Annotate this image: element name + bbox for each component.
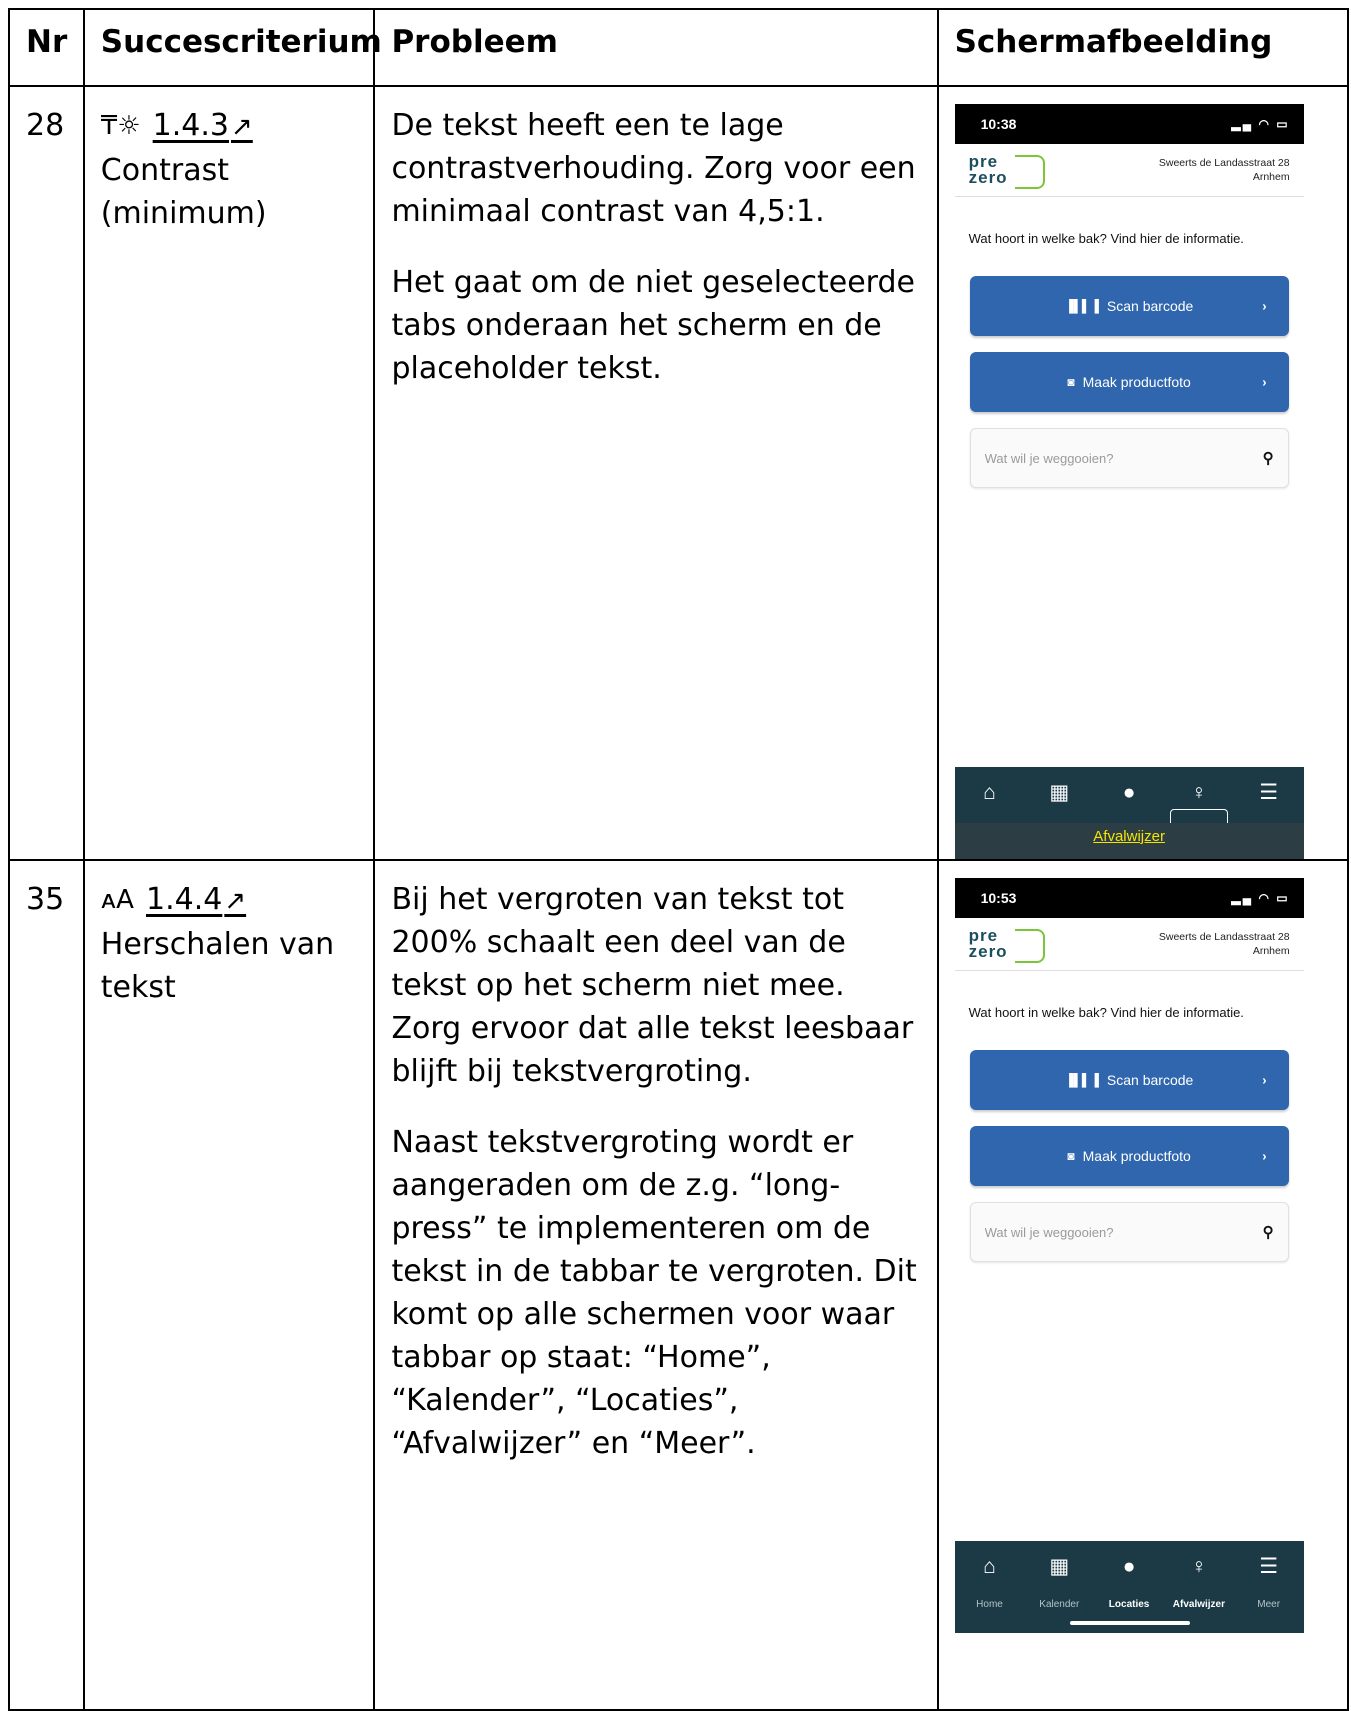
external-link-icon: ↗ xyxy=(224,886,247,916)
app-screenshot: 10:53 ▂▄ ◠ ▭ pre zero Sweerts de Landass… xyxy=(954,878,1304,1633)
problem-text: Het gaat om de niet geselecteerde tabs o… xyxy=(391,265,915,386)
audit-table: Nr Succescriterium Probleem Schermafbeel… xyxy=(8,8,1350,1711)
screenshot-cell: 10:53 ▂▄ ◠ ▭ pre zero Sweerts de Landass… xyxy=(936,859,1350,1711)
tab-meer[interactable]: ☰Meer xyxy=(1238,1555,1300,1633)
tab-bar: ⌂Home ▦Kalender ●Locaties ♀Afvalwijzer ☰… xyxy=(954,1541,1304,1633)
product-photo-button[interactable]: ◙ Maak productfoto › xyxy=(969,352,1289,412)
criterion-number: 1.4.4 xyxy=(145,882,223,917)
calendar-icon: ▦ xyxy=(1049,1555,1070,1578)
criterion-cell: ₸☼ 1.4.3↗ Contrast (minimum) xyxy=(82,85,376,861)
chevron-right-icon: › xyxy=(1262,374,1267,390)
screenshot-cell: 10:38 ▂▄ ◠ ▭ pre zero Sweerts de Landass… xyxy=(936,85,1350,861)
table-row: 35 ᴀA 1.4.4↗ Herschalen van tekst Bij he… xyxy=(8,859,1350,1711)
contrast-icon: ₸☼ xyxy=(100,111,141,141)
chevron-right-icon: › xyxy=(1262,1072,1267,1088)
criterion-name: Herschalen van tekst xyxy=(100,927,335,1005)
address[interactable]: Sweerts de Landasstraat 28 Arnhem xyxy=(1159,156,1290,184)
problem-text: Naast tekstvergroting wordt er aangerade… xyxy=(391,1125,917,1461)
product-photo-button[interactable]: ◙ Maak productfoto › xyxy=(969,1126,1289,1186)
header-problem: Probleem xyxy=(373,8,939,87)
criterion-cell: ᴀA 1.4.4↗ Herschalen van tekst xyxy=(82,859,376,1711)
address[interactable]: Sweerts de Landasstraat 28 Arnhem xyxy=(1159,930,1290,958)
chevron-right-icon: › xyxy=(1262,1148,1267,1164)
barcode-icon: ▐▌▌▐ xyxy=(1064,298,1099,313)
map-pin-icon: ● xyxy=(1122,1555,1136,1578)
tab-tooltip: Afvalwijzer xyxy=(954,823,1304,859)
criterion-link[interactable]: 1.4.3↗ xyxy=(153,104,253,149)
tab-home[interactable]: ⌂Home xyxy=(959,1555,1021,1633)
home-indicator xyxy=(1069,1621,1190,1625)
criterion-number: 1.4.3 xyxy=(152,108,229,143)
row-number: 35 xyxy=(8,859,85,1711)
criterion-link[interactable]: 1.4.4↗ xyxy=(146,878,246,923)
camera-icon: ◙ xyxy=(1067,374,1075,389)
problem-cell: Bij het vergroten van tekst tot 200% sch… xyxy=(373,859,939,1711)
app-header: pre zero Sweerts de Landasstraat 28 Arnh… xyxy=(954,918,1304,971)
prezero-logo: pre zero xyxy=(969,926,1047,963)
camera-icon: ◙ xyxy=(1067,1148,1075,1163)
list-icon: ☰ xyxy=(1259,781,1279,804)
app-header: pre zero Sweerts de Landasstraat 28 Arnh… xyxy=(954,144,1304,197)
app-screenshot: 10:38 ▂▄ ◠ ▭ pre zero Sweerts de Landass… xyxy=(954,104,1304,859)
list-icon: ☰ xyxy=(1259,1555,1279,1578)
search-input[interactable] xyxy=(984,1224,1205,1240)
search-input[interactable] xyxy=(984,450,1205,466)
lightbulb-icon: ♀ xyxy=(1191,1555,1207,1578)
home-icon: ⌂ xyxy=(983,1555,996,1578)
prezero-logo: pre zero xyxy=(969,152,1047,189)
status-time: 10:38 xyxy=(980,115,1017,132)
lightbulb-icon: ♀ xyxy=(1191,781,1207,804)
scan-barcode-button[interactable]: ▐▌▌▐ Scan barcode › xyxy=(969,1050,1289,1110)
problem-cell: De tekst heeft een te lage contrastverho… xyxy=(373,85,939,861)
problem-text: De tekst heeft een te lage contrastverho… xyxy=(391,108,916,229)
search-box[interactable]: ⚲ xyxy=(969,428,1289,488)
status-icons: ▂▄ ◠ ▭ xyxy=(1231,890,1290,905)
table-row: 28 ₸☼ 1.4.3↗ Contrast (minimum) De tekst… xyxy=(8,85,1350,861)
search-icon: ⚲ xyxy=(1262,449,1274,467)
info-question: Wat hoort in welke bak? Vind hier de inf… xyxy=(968,1005,1244,1020)
external-link-icon: ↗ xyxy=(231,112,253,142)
problem-text: Bij het vergroten van tekst tot 200% sch… xyxy=(391,882,914,1089)
header-criterion: Succescriterium xyxy=(82,8,382,87)
header-row: Nr Succescriterium Probleem Schermafbeel… xyxy=(8,8,1350,87)
calendar-icon: ▦ xyxy=(1049,781,1070,804)
map-pin-icon: ● xyxy=(1122,781,1136,804)
text-resize-icon: ᴀA xyxy=(100,885,134,915)
criterion-name: Contrast (minimum) xyxy=(100,153,267,231)
search-box[interactable]: ⚲ xyxy=(969,1202,1289,1262)
home-icon: ⌂ xyxy=(983,781,996,804)
status-time: 10:53 xyxy=(980,889,1017,906)
status-icons: ▂▄ ◠ ▭ xyxy=(1231,116,1290,131)
status-bar: 10:53 ▂▄ ◠ ▭ xyxy=(954,878,1304,918)
row-number: 28 xyxy=(8,85,85,861)
header-screenshot: Schermafbeelding xyxy=(936,8,1350,87)
header-nr: Nr xyxy=(8,8,85,87)
scan-barcode-button[interactable]: ▐▌▌▐ Scan barcode › xyxy=(969,276,1289,336)
search-icon: ⚲ xyxy=(1262,1223,1274,1241)
barcode-icon: ▐▌▌▐ xyxy=(1064,1072,1099,1087)
chevron-right-icon: › xyxy=(1262,298,1267,314)
info-question: Wat hoort in welke bak? Vind hier de inf… xyxy=(968,231,1244,246)
status-bar: 10:38 ▂▄ ◠ ▭ xyxy=(954,104,1304,144)
